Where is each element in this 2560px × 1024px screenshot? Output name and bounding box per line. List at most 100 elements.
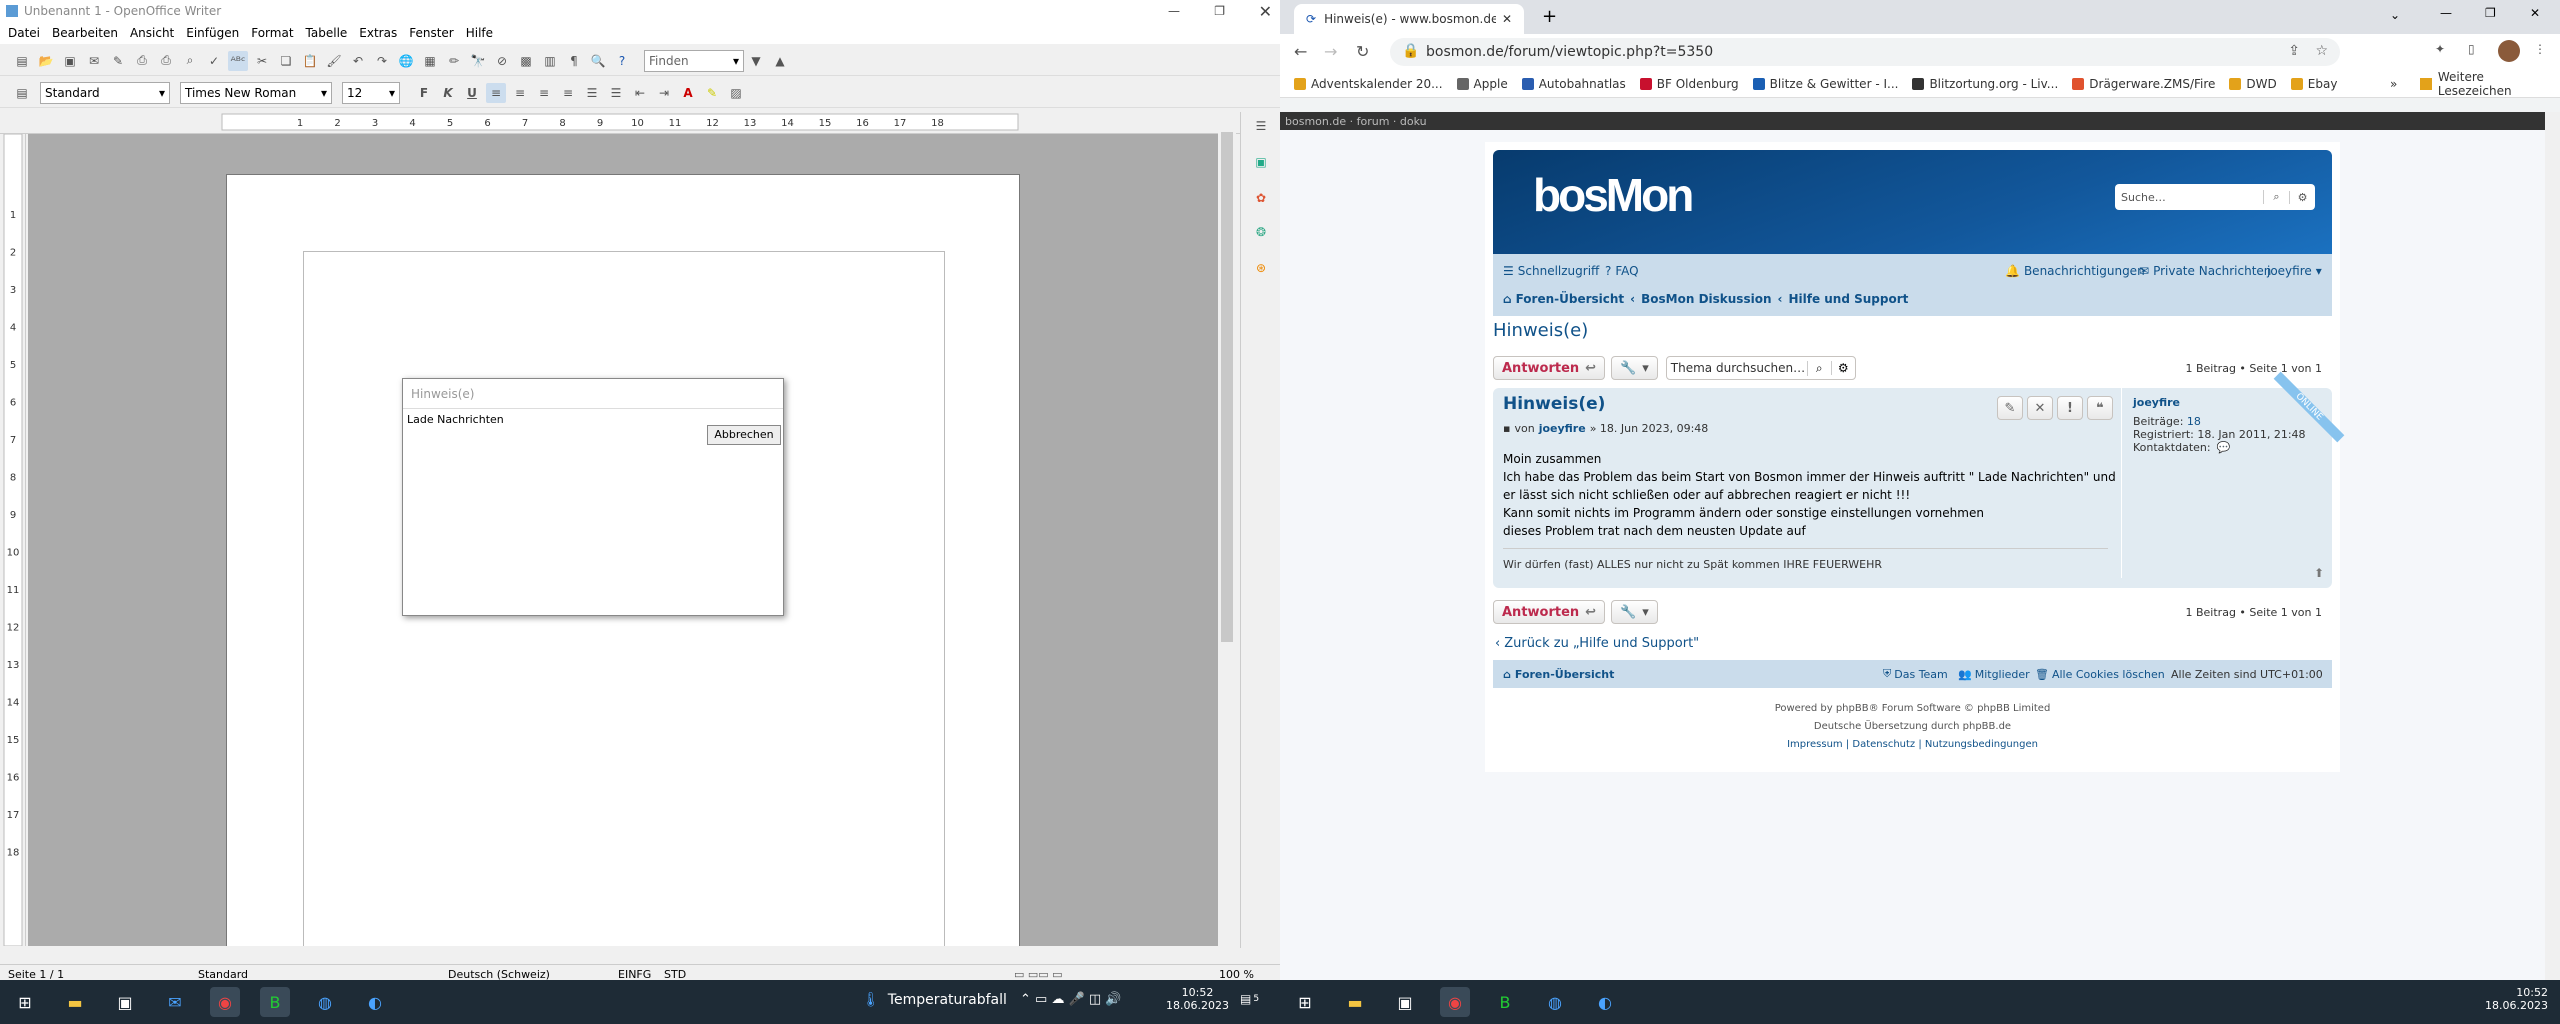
forward-icon[interactable]: →: [1324, 42, 1337, 61]
selection-mode[interactable]: STD: [664, 968, 1014, 980]
mail-icon[interactable]: ✉: [160, 987, 190, 1017]
side-panel-icon[interactable]: ▯: [2468, 42, 2475, 56]
clock-right[interactable]: 10:52 18.06.2023: [2485, 986, 2548, 1012]
align-right-icon[interactable]: ≡: [534, 83, 554, 103]
styles-panel-icon[interactable]: ✿: [1251, 188, 1271, 208]
breadcrumb-subforum[interactable]: Hilfe und Support: [1788, 292, 1908, 306]
reply-button-bottom[interactable]: Antworten ↩: [1493, 600, 1606, 624]
more-bookmarks-icon[interactable]: »: [2390, 77, 2397, 91]
print-icon[interactable]: ⎙: [156, 51, 176, 71]
pdf-icon[interactable]: ⎙: [132, 51, 152, 71]
navigator-icon[interactable]: ⊘: [492, 51, 512, 71]
notification-icon[interactable]: ▤ 5: [1240, 992, 1259, 1006]
menu-icon[interactable]: ☰: [1251, 116, 1271, 136]
tab-search-icon[interactable]: ⌄: [2390, 8, 2400, 22]
back-to-top-icon[interactable]: ⬆: [2314, 566, 2324, 580]
menu-datei[interactable]: Datei: [8, 26, 40, 40]
background-color-icon[interactable]: ▨: [726, 83, 746, 103]
horizontal-ruler[interactable]: 1 2 3 4 5 6 7 8 9 10 11 12 13 14 15 16 17 18: [0, 110, 1280, 134]
highlight-icon[interactable]: ✎: [702, 83, 722, 103]
reload-icon[interactable]: ↻: [1356, 42, 1369, 61]
weather-widget[interactable]: 🌡 Temperaturabfall: [862, 992, 1007, 1008]
bookmark-7[interactable]: DWD: [2229, 77, 2277, 91]
menu-bearbeiten[interactable]: Bearbeiten: [52, 26, 118, 40]
tab-active[interactable]: ⟳ Hinweis(e) - www.bosmon.de/fo ✕: [1294, 4, 1524, 34]
chrome-icon[interactable]: ◉: [1440, 987, 1470, 1017]
windows-start-icon[interactable]: ⊞: [10, 987, 40, 1017]
zoom-icon[interactable]: 🔍: [588, 51, 608, 71]
post-title[interactable]: Hinweis(e): [1503, 394, 1605, 414]
maximize-icon[interactable]: ❐: [2485, 6, 2496, 20]
notifications-link[interactable]: 🔔 Benachrichtigungen: [2005, 264, 2145, 278]
back-icon[interactable]: ←: [1294, 42, 1307, 61]
decrease-indent-icon[interactable]: ⇤: [630, 83, 650, 103]
delete-icon[interactable]: ✕: [2027, 396, 2053, 420]
paragraph-style-select[interactable]: Standard ▾: [40, 81, 170, 104]
pm-link[interactable]: ✉ Private Nachrichten: [2139, 264, 2271, 278]
spellcheck-icon[interactable]: ✓: [204, 51, 224, 71]
menu-ansicht[interactable]: Ansicht: [130, 26, 174, 40]
preview-icon[interactable]: ⌕: [180, 51, 200, 71]
post-author[interactable]: joeyfire: [1539, 422, 1586, 435]
hyperlink-icon[interactable]: 🌐: [396, 51, 416, 71]
footer-members[interactable]: 👥 Mitglieder: [1958, 668, 2030, 681]
report-icon[interactable]: !: [2057, 396, 2083, 420]
menu-extras[interactable]: Extras: [359, 26, 397, 40]
tray-icons[interactable]: ⌃ ▭ ☁ 🎤 ◫ 🔊: [1020, 992, 1122, 1007]
formatting-marks-icon[interactable]: ¶: [564, 51, 584, 71]
paste-icon[interactable]: 📋: [300, 51, 320, 71]
chat-bubble-icon[interactable]: 💬: [2217, 441, 2231, 454]
footer-cookies[interactable]: 🗑 Alle Cookies löschen: [2035, 668, 2165, 681]
tools-button-bottom[interactable]: 🔧 ▾: [1611, 600, 1658, 624]
undo-icon[interactable]: ↶: [348, 51, 368, 71]
store-icon[interactable]: ▣: [1390, 987, 1420, 1017]
find-input[interactable]: Finden ▾: [644, 49, 744, 72]
edge-icon[interactable]: ◐: [360, 987, 390, 1017]
zoom-level[interactable]: 100 %: [1219, 968, 1254, 980]
minimize-icon[interactable]: —: [1168, 4, 1180, 18]
font-color-icon[interactable]: A: [678, 83, 698, 103]
styles-icon[interactable]: ▤: [12, 83, 32, 103]
close-icon[interactable]: ✕: [1259, 2, 1272, 21]
table-icon[interactable]: ▦: [420, 51, 440, 71]
site-topbar[interactable]: bosmon.de · forum · doku: [1280, 112, 2545, 130]
save-icon[interactable]: ▣: [60, 51, 80, 71]
align-left-icon[interactable]: ≡: [486, 82, 506, 103]
increase-indent-icon[interactable]: ⇥: [654, 83, 674, 103]
explorer-icon[interactable]: ▬: [1340, 987, 1370, 1017]
profile-avatar[interactable]: [2498, 40, 2520, 62]
scrollbar-thumb[interactable]: [1221, 132, 1233, 642]
footer-team[interactable]: ⛨ Das Team: [1883, 667, 1948, 681]
copy-icon[interactable]: ❏: [276, 51, 296, 71]
underline-icon[interactable]: U: [462, 83, 482, 103]
other-bookmarks[interactable]: Weitere Lesezeichen: [2420, 70, 2560, 98]
italic-icon[interactable]: K: [438, 83, 458, 103]
edge-icon[interactable]: ◐: [1590, 987, 1620, 1017]
kebab-menu-icon[interactable]: ⋮: [2534, 42, 2546, 56]
clone-icon[interactable]: 🖌: [324, 51, 344, 71]
topic-search-input[interactable]: Thema durchsuchen… ⌕ ⚙: [1665, 356, 1856, 380]
topic-title[interactable]: Hinweis(e): [1493, 320, 1588, 341]
clock[interactable]: 10:52 18.06.2023: [1166, 986, 1229, 1012]
powered-line-2[interactable]: Deutsche Übersetzung durch phpBB.de: [1485, 718, 2340, 736]
cancel-button[interactable]: Abbrechen: [707, 425, 781, 445]
gear-icon[interactable]: ⚙: [2289, 190, 2315, 204]
find-up-icon[interactable]: ▲: [770, 51, 790, 71]
forum-search-input[interactable]: Suche… ⌕ ⚙: [2115, 184, 2315, 210]
font-size-select[interactable]: 12 ▾: [342, 81, 400, 104]
view-layout-icon[interactable]: ▭ ▭▭ ▭: [1014, 968, 1219, 980]
address-bar[interactable]: 🔒 bosmon.de/forum/viewtopic.php?t=5350 ⇪…: [1390, 38, 2340, 66]
faq-link[interactable]: ? FAQ: [1605, 264, 1639, 278]
numbering-icon[interactable]: ☰: [582, 83, 602, 103]
insert-mode[interactable]: EINFG: [618, 968, 664, 980]
help-icon[interactable]: ?: [612, 51, 632, 71]
cut-icon[interactable]: ✂: [252, 51, 272, 71]
menu-einfuegen[interactable]: Einfügen: [186, 26, 239, 40]
search-icon[interactable]: ⌕: [1806, 360, 1831, 376]
breadcrumb-home[interactable]: Foren-Übersicht: [1516, 292, 1625, 306]
minimize-icon[interactable]: —: [2440, 6, 2452, 20]
edit-icon[interactable]: ✎: [1997, 396, 2023, 420]
open-icon[interactable]: 📂: [36, 51, 56, 71]
gear-icon[interactable]: ⚙: [1830, 361, 1855, 375]
bookmark-star-icon[interactable]: ☆: [2315, 43, 2328, 59]
